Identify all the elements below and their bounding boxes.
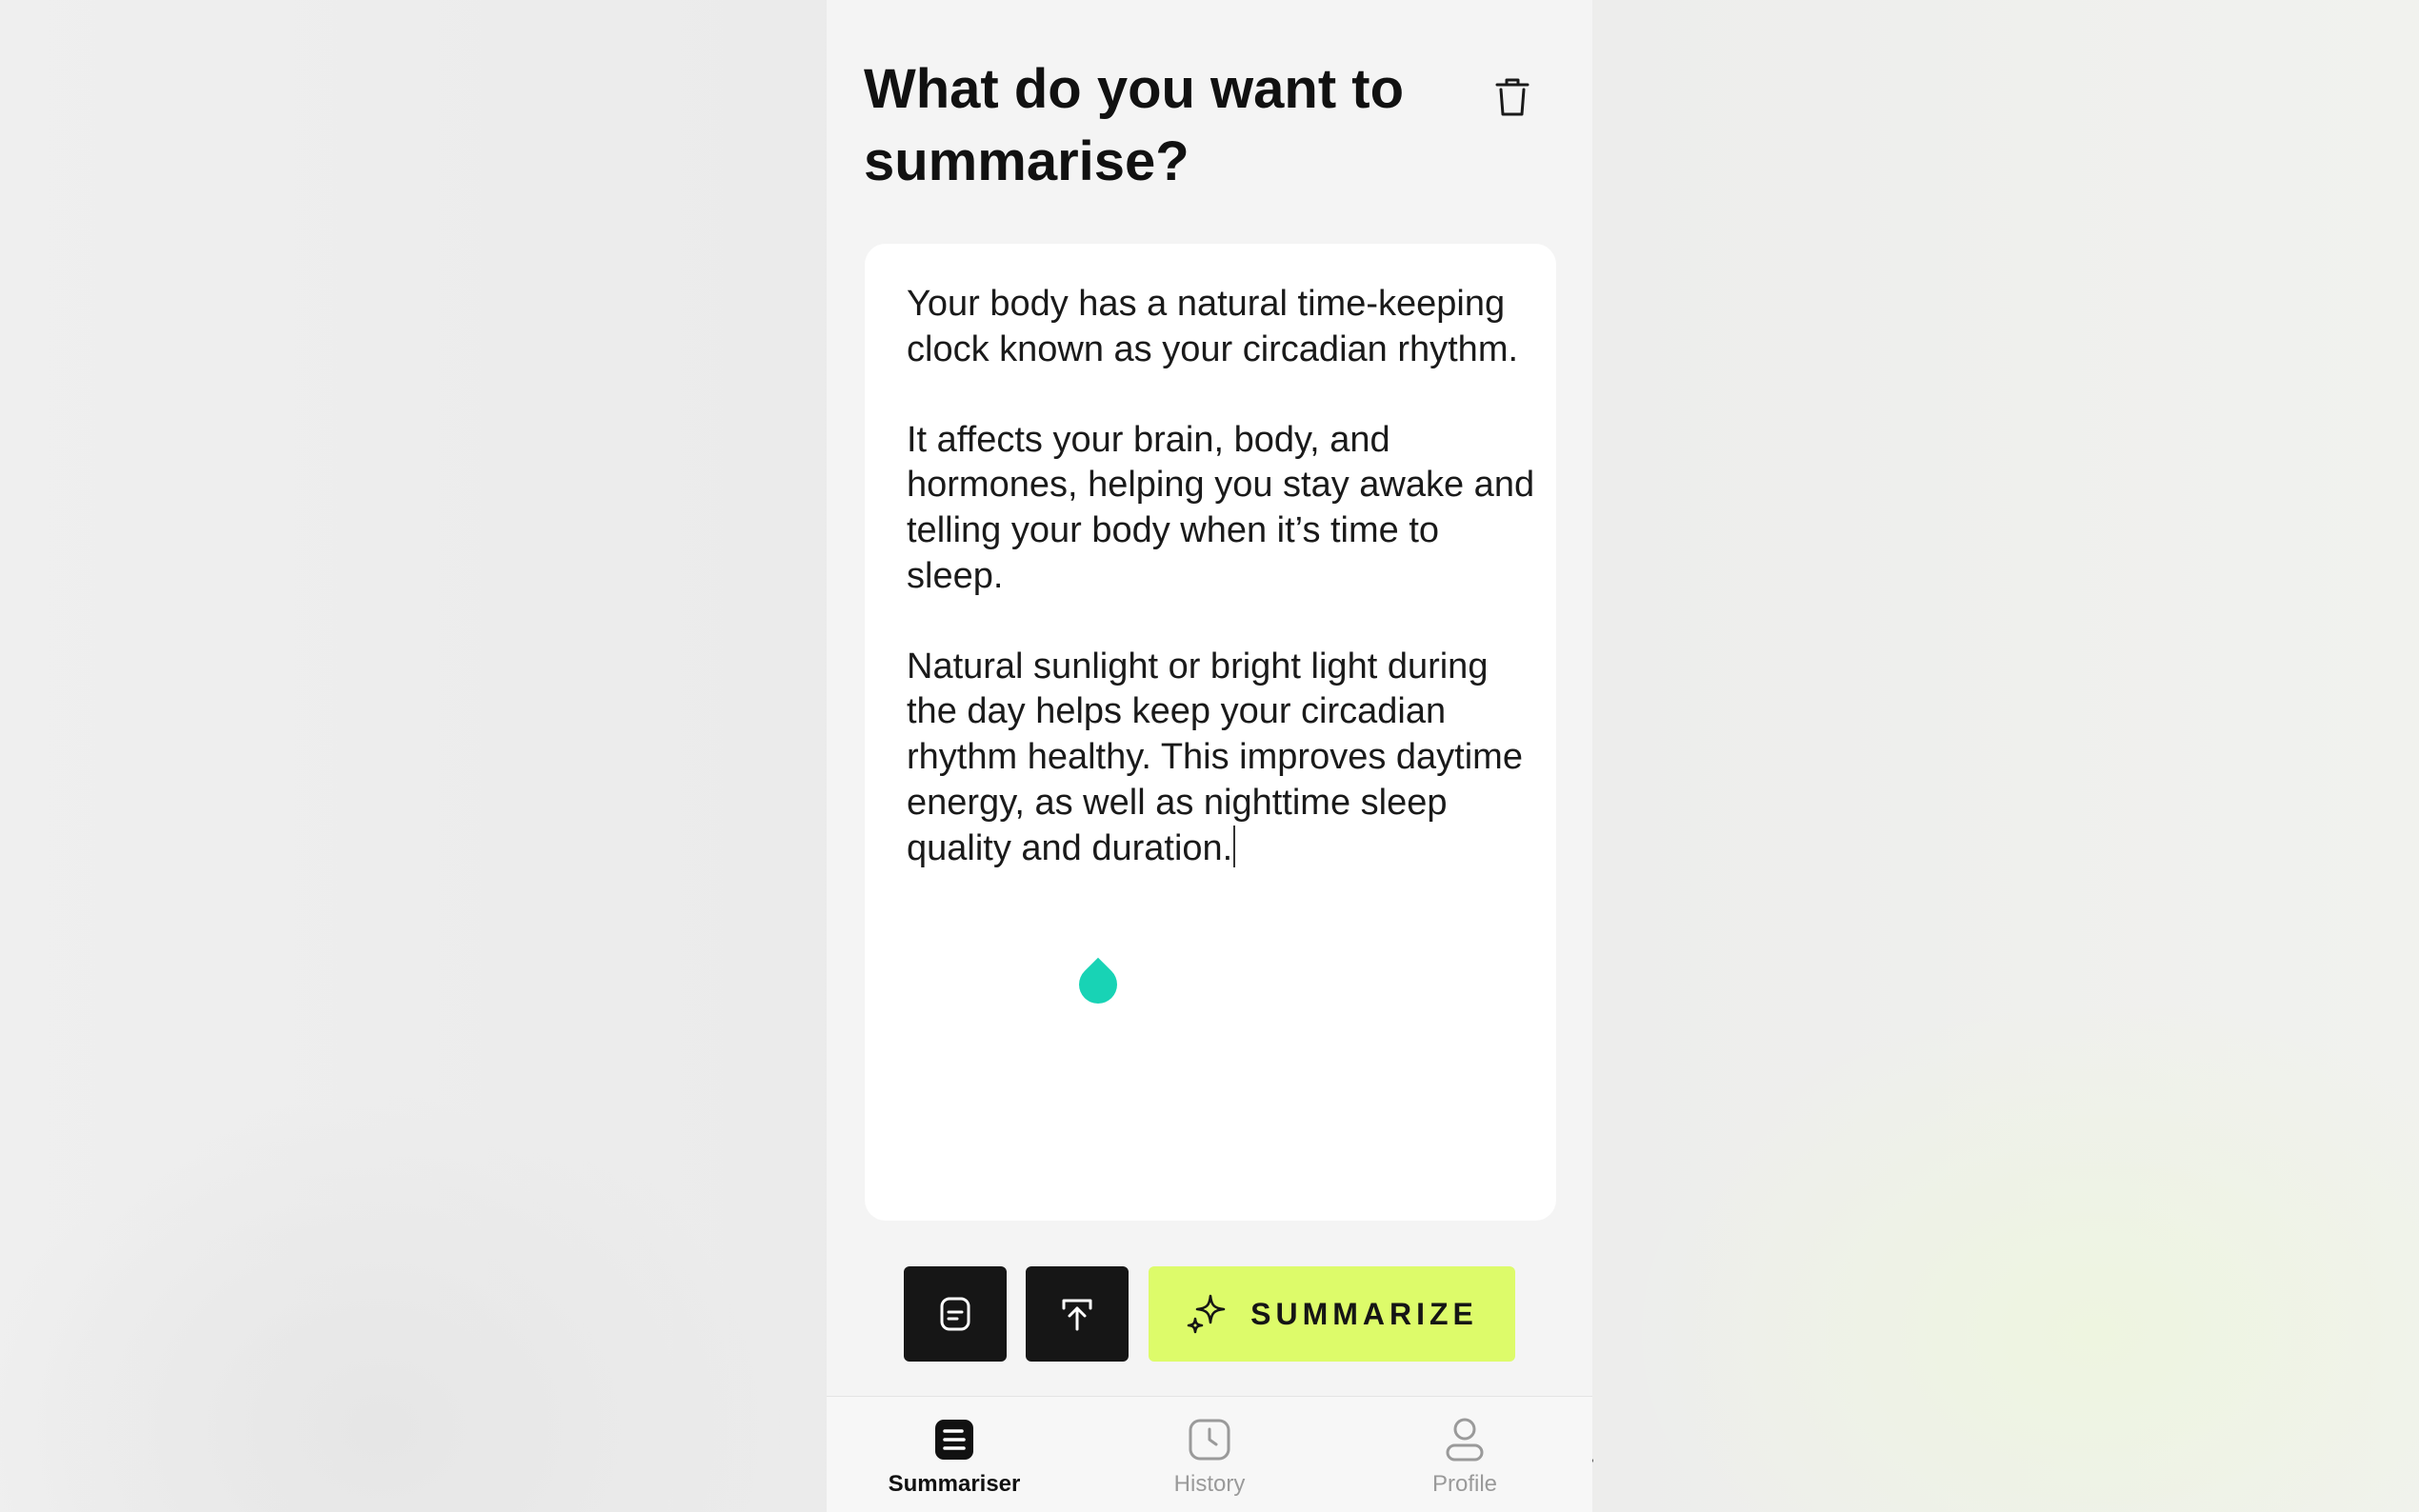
tab-label: History	[1173, 1471, 1246, 1497]
text-caret	[1233, 826, 1236, 868]
tab-history[interactable]: History	[1114, 1414, 1305, 1509]
clear-text-button[interactable]	[1488, 72, 1537, 122]
upload-button[interactable]	[1026, 1266, 1129, 1362]
summarize-button[interactable]: SUMMARIZE	[1149, 1266, 1515, 1362]
tab-summariser[interactable]: Summariser	[859, 1414, 1050, 1509]
text-paragraph: Your body has a natural time-keeping clo…	[907, 284, 1519, 369]
upload-icon	[1062, 1299, 1092, 1331]
text-input[interactable]: Your body has a natural time-keeping clo…	[907, 282, 1535, 872]
text-paragraph: It affects your brain, body, and hormone…	[907, 419, 1545, 596]
tab-label: Summariser	[888, 1471, 1021, 1497]
page-title: What do you want to summarise?	[864, 58, 1405, 192]
clipboard-icon	[940, 1297, 970, 1331]
trash-icon	[1495, 78, 1529, 116]
text-input-card[interactable]: Your body has a natural time-keeping clo…	[865, 244, 1593, 1462]
summarize-button-label: SUMMARIZE	[1250, 1296, 1478, 1331]
bottom-tab-bar: Summariser History Profile	[827, 1396, 1592, 1512]
tab-profile[interactable]: Profile	[1369, 1414, 1560, 1509]
paste-button[interactable]	[904, 1266, 1007, 1362]
person-icon	[1446, 1418, 1484, 1462]
text-paragraph: Natural sunlight or bright light during …	[907, 646, 1533, 869]
sparkle-icon	[1187, 1294, 1226, 1334]
document-icon	[935, 1420, 973, 1460]
app-screen: What do you want to summarise? Your body…	[827, 0, 1593, 1512]
clock-icon	[1189, 1419, 1230, 1461]
caret-handle[interactable]	[1070, 957, 1126, 1012]
action-bar: SUMMARIZE	[904, 1266, 1532, 1362]
tab-label: Profile	[1431, 1471, 1498, 1497]
